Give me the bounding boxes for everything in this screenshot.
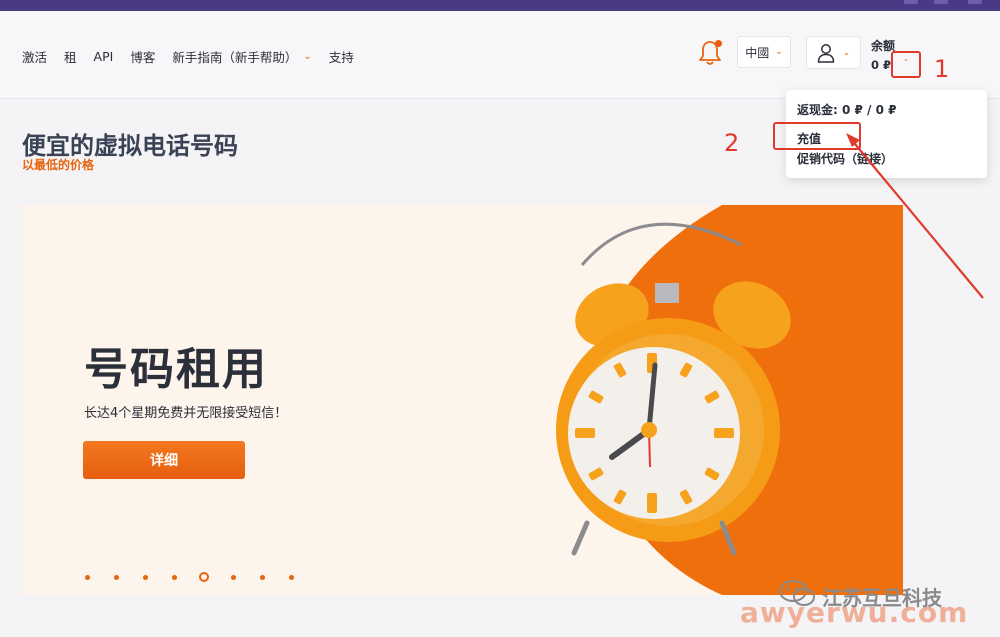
language-select[interactable]: 中國 ⌄ (737, 36, 791, 68)
nav-item-api[interactable]: API (94, 49, 114, 64)
details-button[interactable]: 详细 (83, 441, 245, 479)
annotation-step-1: 1 (934, 55, 950, 83)
chevron-down-icon: ⌄ (775, 47, 783, 57)
main-nav: 激活 租 API 博客 新手指南（新手帮助） ⌄ 支持 (22, 47, 371, 66)
banner-description: 长达4个星期免费并无限接受短信！ (84, 406, 288, 421)
site-header: 激活 租 API 博客 新手指南（新手帮助） ⌄ 支持 中國 ⌄ ⌄ 余额 0 ₽… (0, 11, 1000, 99)
balance-value: 0 ₽ (871, 58, 892, 72)
promo-code-item[interactable]: 促销代码（链接） (797, 150, 893, 167)
balance-dropdown-toggle[interactable]: ˆ (891, 51, 921, 78)
strip-tab (934, 0, 948, 4)
browser-top-strip (0, 0, 1000, 11)
chevron-down-icon: ⌄ (842, 47, 851, 58)
nav-item-label: 激活 (22, 50, 48, 65)
chevron-down-icon: ⌄ (303, 51, 312, 62)
banner-heading: 号码租用 (84, 344, 268, 395)
carousel-dot[interactable] (143, 574, 148, 580)
hero-banner: 号码租用 长达4个星期免费并无限接受短信！ 详细 (22, 205, 903, 595)
carousel-dot[interactable] (114, 574, 119, 580)
watermark-site: awyerwu.com (740, 596, 969, 629)
nav-item-blog[interactable]: 博客 (130, 47, 155, 66)
user-icon (817, 43, 834, 63)
recharge-highlight-box (773, 122, 861, 150)
nav-item-guide[interactable]: 新手指南（新手帮助） ⌄ (172, 47, 311, 66)
cashback-item[interactable]: 返现金: 0 ₽ / 0 ₽ (797, 101, 896, 118)
nav-item-label: 新手指南（新手帮助） (172, 50, 298, 65)
chevron-up-icon: ˆ (903, 59, 909, 70)
carousel-dot[interactable] (289, 574, 294, 580)
nav-item-label: 支持 (328, 50, 354, 65)
nav-item-label: 租 (64, 50, 77, 65)
carousel-dot-active[interactable] (199, 572, 209, 582)
strip-tab (904, 0, 918, 4)
carousel-indicators (85, 572, 318, 582)
carousel-dot[interactable] (172, 574, 177, 580)
nav-item-label: 博客 (130, 50, 156, 65)
nav-item-activate[interactable]: 激活 (22, 47, 47, 66)
nav-item-label: API (93, 49, 114, 64)
nav-item-support[interactable]: 支持 (329, 47, 354, 66)
alarm-clock-illustration (556, 205, 903, 595)
user-menu-button[interactable]: ⌄ (806, 36, 861, 69)
strip-tab (968, 0, 982, 4)
notification-dot (715, 40, 722, 47)
carousel-dot[interactable] (260, 574, 265, 580)
carousel-dot[interactable] (231, 574, 236, 580)
page-subtitle: 以最低的价格 (22, 158, 95, 172)
carousel-dot[interactable] (85, 574, 90, 580)
notification-bell[interactable] (697, 39, 723, 67)
language-label: 中國 (745, 45, 770, 60)
nav-item-rent[interactable]: 租 (64, 47, 77, 66)
annotation-step-2: 2 (724, 129, 740, 157)
